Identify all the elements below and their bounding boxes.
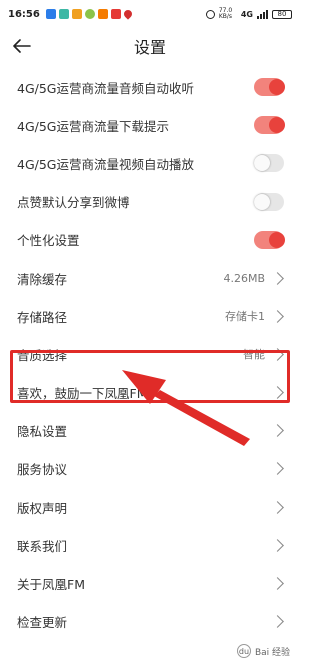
setting-toggle-row[interactable]: 点赞默认分享到微博 xyxy=(0,183,300,221)
chevron-right-icon xyxy=(271,577,284,590)
status-right: 77.0 KB/s 4G 80 xyxy=(205,7,292,20)
toggle-knob xyxy=(254,193,270,210)
status-time: 16:56 xyxy=(8,8,40,20)
alarm-icon xyxy=(205,9,215,19)
setting-value: 4.26MB xyxy=(223,271,265,285)
app-notification-icon xyxy=(110,9,121,19)
setting-label: 4G/5G运营商流量下载提示 xyxy=(17,118,169,134)
app-notification-icon xyxy=(58,9,69,19)
app-notification-icon xyxy=(45,9,56,19)
app-notification-icon xyxy=(71,9,82,19)
setting-link-row[interactable]: 清除缓存 4.26MB xyxy=(0,259,300,297)
toggle-knob xyxy=(269,117,285,134)
setting-link-row[interactable]: 检查更新 xyxy=(0,603,300,641)
setting-link-row[interactable]: 存储路径 存储卡1 xyxy=(0,297,300,335)
network-type: 4G xyxy=(240,9,253,19)
setting-toggle-row[interactable]: 4G/5G运营商流量视频自动播放 xyxy=(0,144,300,182)
toggle-switch[interactable] xyxy=(254,192,284,211)
signal-icon xyxy=(257,9,268,19)
setting-label: 存储路径 xyxy=(17,309,68,325)
toggle-switch[interactable] xyxy=(254,230,285,249)
setting-toggle-row[interactable]: 个性化设置 xyxy=(0,221,300,259)
notification-icons xyxy=(45,8,134,20)
setting-toggle-row[interactable]: 4G/5G运营商流量音频自动收听 xyxy=(0,68,300,106)
header: 设置 xyxy=(0,28,300,64)
battery-level: 80 xyxy=(277,9,287,18)
setting-label: 服务协议 xyxy=(17,462,68,478)
setting-label: 点赞默认分享到微博 xyxy=(17,195,130,211)
setting-label: 清除缓存 xyxy=(17,271,68,287)
setting-label: 4G/5G运营商流量视频自动播放 xyxy=(17,156,194,172)
network-speed: 77.0 KB/s xyxy=(218,7,233,20)
status-bar: 16:56 77.0 KB/s 4G 80 xyxy=(0,0,300,28)
toggle-switch[interactable] xyxy=(254,78,285,97)
setting-label: 关于凤凰FM xyxy=(17,577,85,593)
setting-value: 存储卡1 xyxy=(225,310,265,324)
battery-icon: 80 xyxy=(272,9,292,19)
chevron-right-icon xyxy=(271,500,284,514)
toggle-switch[interactable] xyxy=(254,116,285,135)
setting-label: 检查更新 xyxy=(17,615,68,631)
toggle-knob xyxy=(269,231,285,248)
setting-link-row[interactable]: 版权声明 xyxy=(0,488,300,526)
toggle-switch[interactable] xyxy=(254,154,284,173)
setting-label: 个性化设置 xyxy=(17,233,80,249)
setting-link-row[interactable]: 联系我们 xyxy=(0,526,300,564)
location-pin-icon xyxy=(122,8,134,20)
chevron-right-icon xyxy=(271,424,284,438)
baidu-logo: du xyxy=(236,644,251,658)
app-notification-icon xyxy=(84,9,95,19)
page-title: 设置 xyxy=(133,38,166,57)
setting-link-row[interactable]: 关于凤凰FM xyxy=(0,564,300,602)
chevron-right-icon xyxy=(271,271,284,285)
watermark-text: Bai 经验 xyxy=(254,647,290,658)
arrow-left-icon xyxy=(13,39,31,53)
chevron-right-icon xyxy=(271,309,284,323)
chevron-right-icon xyxy=(271,462,284,476)
setting-label: 版权声明 xyxy=(17,500,68,516)
setting-label: 隐私设置 xyxy=(17,424,68,440)
setting-label: 联系我们 xyxy=(17,538,68,554)
chevron-right-icon xyxy=(271,615,284,629)
setting-toggle-row[interactable]: 4G/5G运营商流量下载提示 xyxy=(0,106,300,144)
app-notification-icon xyxy=(97,9,108,19)
setting-label: 4G/5G运营商流量音频自动收听 xyxy=(17,80,194,96)
toggle-knob xyxy=(269,79,285,96)
setting-link-row[interactable]: 服务协议 xyxy=(0,450,300,488)
highlight-box xyxy=(10,350,290,403)
setting-link-row[interactable]: 隐私设置 xyxy=(0,412,300,450)
watermark: du Bai 经验 xyxy=(232,642,294,660)
toggle-knob xyxy=(254,155,270,172)
chevron-right-icon xyxy=(271,538,284,552)
back-button[interactable] xyxy=(10,34,34,58)
